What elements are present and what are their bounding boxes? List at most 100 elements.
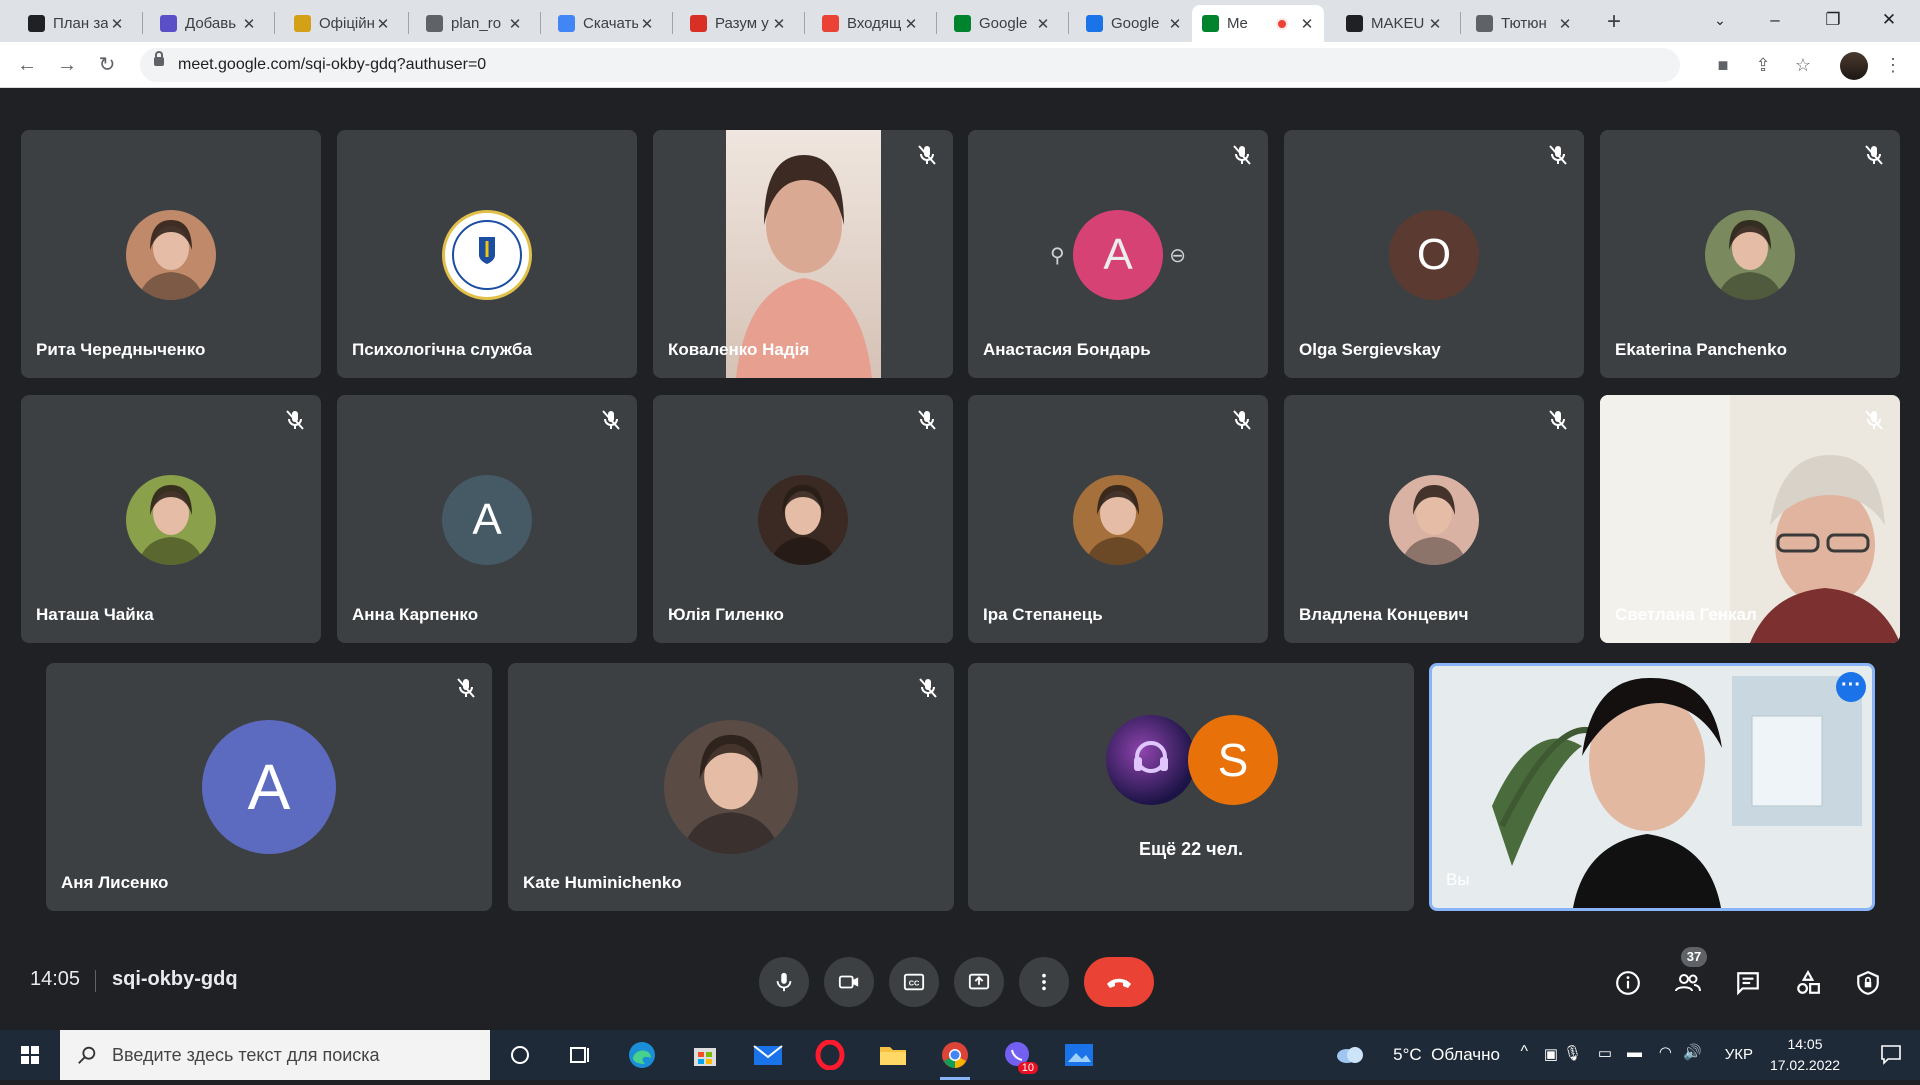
participant-tile[interactable]: Владлена Концевич (1284, 395, 1584, 643)
participants-icon[interactable] (1672, 967, 1704, 999)
volume-icon[interactable]: 🔊 (1683, 1043, 1702, 1061)
remove-participant-icon[interactable]: ⊖ (1169, 243, 1186, 268)
participant-tile[interactable]: Психологічна служба (337, 130, 637, 378)
close-tab-icon[interactable]: ✕ (1426, 15, 1444, 33)
share-icon[interactable]: ⇪ (1750, 52, 1776, 78)
captions-button[interactable]: CC (889, 957, 939, 1007)
participant-tile[interactable]: Ekaterina Panchenko (1600, 130, 1900, 378)
edge-icon[interactable] (625, 1038, 659, 1072)
close-tab-icon[interactable]: ✕ (902, 15, 920, 33)
microphone-button[interactable] (759, 957, 809, 1007)
viber-icon[interactable]: 10 (1000, 1038, 1038, 1074)
maximize-button[interactable]: ❐ (1810, 4, 1856, 36)
chat-icon[interactable] (1732, 967, 1764, 999)
new-tab-button[interactable]: + (1600, 8, 1628, 36)
browser-menu-icon[interactable]: ⋮ (1880, 52, 1906, 78)
browser-tab[interactable]: Офіційн ✕ (284, 5, 400, 42)
leave-call-button[interactable] (1084, 957, 1154, 1007)
minimize-button[interactable]: – (1752, 4, 1798, 36)
more-participants-label: Ещё 22 чел. (1138, 839, 1244, 859)
browser-tab[interactable]: Добавь ✕ (150, 5, 266, 42)
browser-tab[interactable]: MAKEU ✕ (1336, 5, 1452, 42)
start-button[interactable] (0, 1030, 60, 1080)
close-tab-icon[interactable]: ✕ (1166, 15, 1184, 33)
participant-tile[interactable]: Светлана Генкал (1600, 395, 1900, 643)
network-storage-icon[interactable]: ▣ (1544, 1045, 1558, 1063)
participant-tile[interactable]: Рита Чередныченко (21, 130, 321, 378)
close-tab-icon[interactable]: ✕ (108, 15, 126, 33)
host-controls-icon[interactable] (1852, 967, 1884, 999)
language-indicator[interactable]: УКР (1725, 1046, 1753, 1063)
browser-tab[interactable]: Google ✕ (944, 5, 1060, 42)
tab-search-icon[interactable]: ⌄ (1697, 4, 1743, 36)
wifi-icon[interactable]: ◠ (1659, 1043, 1672, 1061)
avatar-letter: A (1073, 210, 1163, 300)
participant-tile[interactable]: A Аня Лисенко (46, 663, 492, 911)
browser-tab[interactable]: Скачать ✕ (548, 5, 664, 42)
participant-tile[interactable]: Коваленко Надія (653, 130, 953, 378)
more-options-button[interactable] (1019, 957, 1069, 1007)
browser-tab[interactable]: Me ✕ (1192, 5, 1324, 42)
taskbar-date[interactable]: 17.02.2022 (1765, 1057, 1845, 1073)
taskbar-search-box[interactable]: Введите здесь текст для поиска (60, 1030, 490, 1080)
camera-button[interactable] (824, 957, 874, 1007)
camera-indicator-icon[interactable]: ■ (1710, 52, 1736, 78)
close-tab-icon[interactable]: ✕ (374, 15, 392, 33)
pin-icon[interactable]: ⚲ (1050, 243, 1065, 268)
chrome-icon[interactable] (938, 1038, 972, 1080)
browser-tab[interactable]: plan_ro ✕ (416, 5, 532, 42)
close-tab-icon[interactable]: ✕ (1034, 15, 1052, 33)
close-tab-icon[interactable]: ✕ (240, 15, 258, 33)
weather-text[interactable]: 5°C Облачно (1393, 1045, 1500, 1065)
close-tab-icon[interactable]: ✕ (1556, 15, 1574, 33)
browser-tab[interactable]: Google ✕ (1076, 5, 1192, 42)
bookmark-star-icon[interactable]: ☆ (1790, 52, 1816, 78)
forward-icon[interactable]: → (54, 52, 80, 78)
microphone-tray-icon[interactable]: 🎙 (1563, 1044, 1582, 1062)
participant-tile[interactable]: O Olga Sergievskay (1284, 130, 1584, 378)
browser-tab[interactable]: Входящ ✕ (812, 5, 928, 42)
reload-icon[interactable]: ↻ (94, 52, 120, 78)
activities-icon[interactable] (1792, 967, 1824, 999)
browser-tab[interactable]: Тютюн ✕ (1466, 5, 1582, 42)
browser-tab[interactable]: Разум у ✕ (680, 5, 796, 42)
display-tray-icon[interactable]: ▭ (1598, 1044, 1612, 1062)
file-explorer-icon[interactable] (876, 1038, 910, 1072)
opera-icon[interactable] (813, 1038, 847, 1072)
meeting-details-icon[interactable] (1612, 967, 1644, 999)
close-window-button[interactable]: ✕ (1866, 4, 1912, 36)
weather-icon[interactable] (1335, 1043, 1365, 1070)
store-icon[interactable] (688, 1038, 722, 1072)
photos-icon[interactable] (1062, 1038, 1096, 1072)
participant-tile[interactable]: Юлія Гиленко (653, 395, 953, 643)
notifications-icon[interactable] (1880, 1043, 1902, 1070)
browser-tab[interactable]: План за ✕ (18, 5, 134, 42)
back-icon[interactable]: ← (14, 52, 40, 78)
task-view-icon[interactable] (563, 1038, 597, 1072)
mail-icon[interactable] (751, 1038, 785, 1072)
close-tab-icon[interactable]: ✕ (506, 15, 524, 33)
url-field[interactable]: meet.google.com/sqi-okby-gdq?authuser=0 (140, 48, 1680, 82)
avatar-letter: A (442, 475, 532, 565)
close-tab-icon[interactable]: ✕ (638, 15, 656, 33)
participant-tile[interactable]: Kate Huminichenko (508, 663, 954, 911)
profile-avatar[interactable] (1840, 52, 1868, 80)
self-video-tile[interactable]: Вы ··· (1429, 663, 1875, 911)
battery-icon[interactable]: ▬ (1627, 1044, 1642, 1061)
search-icon (78, 1046, 96, 1064)
participant-tile[interactable]: A ⚲ ⊖ Анастасия Бондарь (968, 130, 1268, 378)
participant-tile[interactable]: Наташа Чайка (21, 395, 321, 643)
participant-name: Коваленко Надія (668, 340, 810, 359)
more-options-icon[interactable]: ··· (1836, 672, 1866, 702)
taskbar-clock[interactable]: 14:05 (1765, 1036, 1845, 1052)
participant-tile[interactable]: Іра Степанець (968, 395, 1268, 643)
close-tab-icon[interactable]: ✕ (1298, 15, 1316, 33)
close-tab-icon[interactable]: ✕ (770, 15, 788, 33)
lock-icon[interactable] (154, 51, 164, 66)
participant-tile[interactable]: A Анна Карпенко (337, 395, 637, 643)
cortana-icon[interactable] (503, 1038, 537, 1072)
divider (95, 970, 96, 992)
show-hidden-icons-chevron[interactable]: ^ (1520, 1043, 1528, 1061)
more-participants-tile[interactable]: S Ещё 22 чел. (968, 663, 1414, 911)
present-screen-button[interactable] (954, 957, 1004, 1007)
